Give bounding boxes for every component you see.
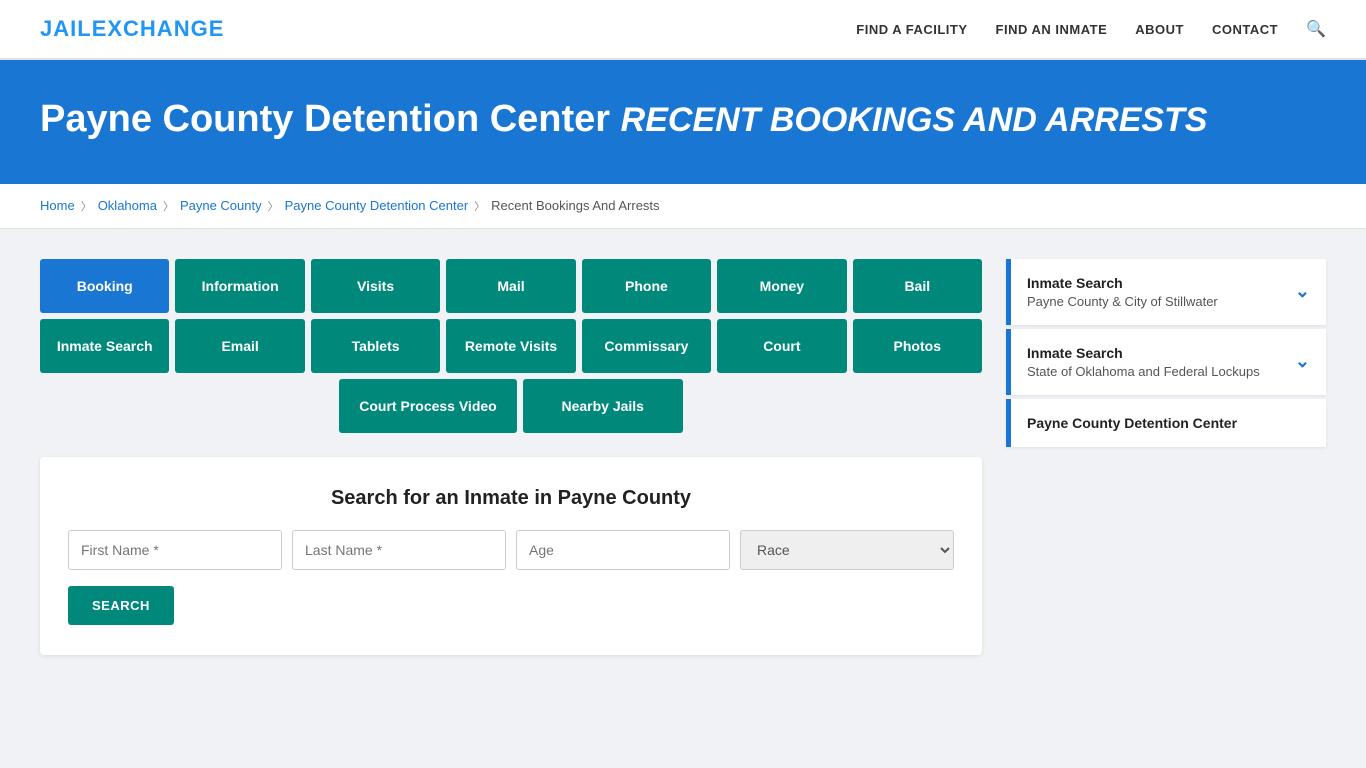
tab-tablets[interactable]: Tablets	[311, 319, 440, 373]
race-select[interactable]: Race	[740, 530, 954, 570]
left-section: Booking Information Visits Mail Phone Mo…	[40, 259, 982, 656]
sidebar-item-1-subtitle: Payne County & City of Stillwater	[1027, 294, 1218, 309]
site-logo[interactable]: JAILEXCHANGE	[40, 16, 224, 42]
sidebar-item-1-text: Inmate Search Payne County & City of Sti…	[1027, 275, 1218, 309]
sidebar-item-3-title: Payne County Detention Center	[1027, 415, 1310, 431]
search-title: Search for an Inmate in Payne County	[68, 487, 954, 510]
breadcrumb-current: Recent Bookings And Arrests	[491, 198, 659, 213]
sidebar-item-2-subtitle: State of Oklahoma and Federal Lockups	[1027, 364, 1260, 379]
tab-commissary[interactable]: Commissary	[582, 319, 711, 373]
search-button[interactable]: SEARCH	[68, 586, 174, 625]
sidebar-item-3[interactable]: Payne County Detention Center	[1006, 399, 1326, 447]
first-name-input[interactable]	[68, 530, 282, 570]
tab-row-1: Booking Information Visits Mail Phone Mo…	[40, 259, 982, 313]
tab-phone[interactable]: Phone	[582, 259, 711, 313]
chevron-down-icon-2: ⌄	[1295, 351, 1310, 372]
age-input[interactable]	[516, 530, 730, 570]
search-icon[interactable]: 🔍	[1306, 19, 1326, 39]
breadcrumb-home[interactable]: Home	[40, 198, 75, 213]
breadcrumb: Home 〉 Oklahoma 〉 Payne County 〉 Payne C…	[0, 184, 1366, 229]
breadcrumb-oklahoma[interactable]: Oklahoma	[98, 198, 157, 213]
tab-row-3: Court Process Video Nearby Jails	[40, 379, 982, 433]
tab-remote-visits[interactable]: Remote Visits	[446, 319, 575, 373]
sidebar-item-2-text: Inmate Search State of Oklahoma and Fede…	[1027, 345, 1260, 379]
navbar: JAILEXCHANGE FIND A FACILITY FIND AN INM…	[0, 0, 1366, 60]
hero-italic-title: RECENT BOOKINGS AND ARRESTS	[621, 101, 1208, 139]
sidebar-item-1-title: Inmate Search	[1027, 275, 1218, 291]
chevron-down-icon-1: ⌄	[1295, 281, 1310, 302]
breadcrumb-sep-4: 〉	[474, 198, 485, 214]
sidebar-item-1[interactable]: Inmate Search Payne County & City of Sti…	[1006, 259, 1326, 325]
breadcrumb-sep-2: 〉	[163, 198, 174, 214]
breadcrumb-payne-county[interactable]: Payne County	[180, 198, 262, 213]
sidebar: Inmate Search Payne County & City of Sti…	[1006, 259, 1326, 451]
nav-links: FIND A FACILITY FIND AN INMATE ABOUT CON…	[856, 19, 1326, 39]
breadcrumb-sep-1: 〉	[81, 198, 92, 214]
tab-money[interactable]: Money	[717, 259, 846, 313]
tab-court-process-video[interactable]: Court Process Video	[339, 379, 516, 433]
tab-email[interactable]: Email	[175, 319, 304, 373]
tab-booking[interactable]: Booking	[40, 259, 169, 313]
nav-find-facility[interactable]: FIND A FACILITY	[856, 22, 967, 37]
sidebar-item-2[interactable]: Inmate Search State of Oklahoma and Fede…	[1006, 329, 1326, 395]
tab-nearby-jails[interactable]: Nearby Jails	[523, 379, 683, 433]
search-fields: Race	[68, 530, 954, 570]
nav-about[interactable]: ABOUT	[1135, 22, 1184, 37]
nav-contact[interactable]: CONTACT	[1212, 22, 1278, 37]
hero-main-title: Payne County Detention Center	[40, 98, 610, 140]
main-wrapper: Booking Information Visits Mail Phone Mo…	[0, 229, 1366, 686]
tab-visits[interactable]: Visits	[311, 259, 440, 313]
nav-find-inmate[interactable]: FIND AN INMATE	[996, 22, 1108, 37]
logo-jail: JAIL	[40, 16, 92, 41]
tab-information[interactable]: Information	[175, 259, 304, 313]
search-card: Search for an Inmate in Payne County Rac…	[40, 457, 982, 655]
tab-photos[interactable]: Photos	[853, 319, 982, 373]
tab-row-2: Inmate Search Email Tablets Remote Visit…	[40, 319, 982, 373]
tab-inmate-search[interactable]: Inmate Search	[40, 319, 169, 373]
hero-section: Payne County Detention Center RECENT BOO…	[0, 60, 1366, 184]
sidebar-item-2-title: Inmate Search	[1027, 345, 1260, 361]
last-name-input[interactable]	[292, 530, 506, 570]
breadcrumb-detention-center[interactable]: Payne County Detention Center	[285, 198, 469, 213]
tab-bail[interactable]: Bail	[853, 259, 982, 313]
breadcrumb-sep-3: 〉	[268, 198, 279, 214]
page-title: Payne County Detention Center RECENT BOO…	[40, 96, 1326, 144]
tab-court[interactable]: Court	[717, 319, 846, 373]
tab-mail[interactable]: Mail	[446, 259, 575, 313]
logo-exchange: EXCHANGE	[92, 16, 225, 41]
